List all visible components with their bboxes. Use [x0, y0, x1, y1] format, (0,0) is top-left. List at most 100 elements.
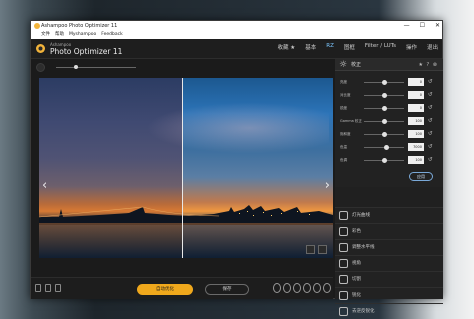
reset-icon[interactable]: ↺ [428, 129, 433, 139]
apply-button[interactable]: 应用 [409, 172, 433, 181]
reset-icon[interactable]: ↺ [428, 77, 433, 87]
fullscreen-icon[interactable] [306, 245, 315, 254]
next-image-arrow-icon[interactable]: › [325, 178, 330, 193]
panel-divider [335, 187, 443, 207]
redo-all-icon[interactable] [313, 283, 321, 293]
adjust-row-tint: 色调 100 ↺ [338, 155, 442, 165]
module-unsharp[interactable]: 去逆反锐化 [335, 303, 443, 319]
adjust-value-field[interactable]: 100 [408, 156, 424, 164]
save-button[interactable]: 保存 [205, 284, 249, 295]
close-button[interactable]: ✕ [435, 21, 440, 31]
tab-frames[interactable]: 图框 [344, 43, 355, 51]
sky-clouds [129, 98, 329, 158]
reset-icon[interactable]: ↺ [428, 103, 433, 113]
perspective-icon [339, 259, 348, 268]
adjust-slider[interactable] [364, 132, 404, 137]
adjust-value-field[interactable]: 100 [408, 117, 424, 125]
slider-knob[interactable] [382, 80, 387, 85]
module-sharpen[interactable]: 锐化 [335, 287, 443, 303]
menu-myshampoo[interactable]: Myshampoo [69, 31, 96, 39]
reset-icon[interactable]: ↺ [428, 90, 433, 100]
undo-all-icon[interactable] [293, 283, 301, 293]
reset-icon[interactable]: ↺ [428, 142, 433, 152]
adjust-slider[interactable] [364, 119, 404, 124]
adjust-value-field[interactable]: 100 [408, 130, 424, 138]
module-label: 切割 [352, 277, 361, 282]
menu-bar: 文件 帮助 Myshampoo Feedback [31, 31, 442, 39]
slider-knob[interactable] [384, 145, 389, 150]
zoom-slider[interactable] [56, 65, 136, 69]
adjust-slider[interactable] [364, 80, 404, 85]
slider-knob[interactable] [382, 119, 387, 124]
adjust-slider[interactable] [364, 106, 404, 111]
reset-icon[interactable]: ↺ [428, 116, 433, 126]
horizon-icon [339, 243, 348, 252]
bottom-toolbar: 自动优化 保存 [31, 277, 333, 299]
brush-icon[interactable] [55, 284, 61, 292]
menu-help[interactable]: 帮助 [55, 31, 64, 39]
adjust-label: 色调 [340, 158, 347, 162]
menu-file[interactable]: 文件 [41, 31, 50, 39]
nav-tabs: 收藏 ★ 基本 RZ 图框 Filter / LUTs 操作 退出 [278, 43, 438, 51]
adjust-slider[interactable] [364, 93, 404, 98]
maximize-button[interactable]: ☐ [420, 21, 425, 31]
module-label: 彩色 [352, 229, 361, 234]
tab-exit[interactable]: 退出 [427, 43, 438, 51]
adjust-label: 色温 [340, 145, 347, 149]
module-curves[interactable]: 灯光曲线 [335, 207, 443, 223]
compare-split-line[interactable] [182, 78, 183, 258]
slider-knob[interactable] [382, 93, 387, 98]
minimize-button[interactable]: — [404, 21, 410, 31]
slider-knob[interactable] [382, 106, 387, 111]
photo-preview[interactable]: ‹ › [39, 78, 333, 258]
module-list: 灯光曲线 彩色 调整水平线 视角 切割 锐化 去逆反锐化 [335, 207, 443, 319]
brand-name: Photo Optimizer 11 [50, 47, 123, 56]
tab-filters[interactable]: Filter / LUTs [365, 43, 396, 51]
module-label: 灯光曲线 [352, 213, 370, 218]
module-label: 锐化 [352, 293, 361, 298]
file-icon[interactable] [35, 284, 41, 292]
title-bar: Ashampoo Photo Optimizer 11 — ☐ ✕ [31, 21, 442, 31]
auto-optimize-button[interactable]: 自动优化 [137, 284, 193, 295]
color-icon [339, 227, 348, 236]
reset-icon[interactable]: ↺ [428, 155, 433, 165]
bay-water [39, 223, 333, 258]
adjust-value-field[interactable]: 0 [408, 78, 424, 86]
split-view-icon[interactable] [318, 245, 327, 254]
adjust-row-temperature: 色温 7000 ↺ [338, 142, 442, 152]
adjust-label: 对比度 [340, 93, 351, 97]
menu-feedback[interactable]: Feedback [101, 31, 122, 39]
slider-knob[interactable] [382, 158, 387, 163]
tab-favorites[interactable]: 收藏 ★ [278, 43, 296, 51]
adjust-value-field[interactable]: 0 [408, 91, 424, 99]
settings-icon[interactable] [323, 283, 331, 293]
app-logo [36, 44, 45, 53]
picker-icon[interactable] [273, 283, 281, 293]
adjust-slider[interactable] [364, 158, 404, 163]
city-bridge-skyline [39, 205, 333, 225]
adjust-value-field[interactable]: 0 [408, 104, 424, 112]
save-file-icon[interactable] [45, 284, 51, 292]
sharpen-icon [339, 291, 348, 300]
tab-rz[interactable]: RZ [326, 43, 334, 51]
module-perspective[interactable]: 视角 [335, 255, 443, 271]
zoom-slider-knob[interactable] [74, 65, 78, 69]
adjust-value-field[interactable]: 7000 [408, 143, 424, 151]
tab-basic[interactable]: 基本 [305, 43, 316, 51]
compare-toggle[interactable] [36, 63, 45, 72]
view-toolbar [31, 59, 333, 75]
undo-icon[interactable] [283, 283, 291, 293]
slider-knob[interactable] [382, 132, 387, 137]
prev-image-arrow-icon[interactable]: ‹ [42, 178, 47, 193]
module-color[interactable]: 彩色 [335, 223, 443, 239]
redo-icon[interactable] [303, 283, 311, 293]
app-header: Ashampoo Photo Optimizer 11 收藏 ★ 基本 RZ 图… [31, 39, 442, 59]
panel-header-icons[interactable]: ★ ? ⊗ [418, 59, 438, 71]
tab-actions[interactable]: 操作 [406, 43, 417, 51]
module-crop[interactable]: 切割 [335, 271, 443, 287]
adjust-slider[interactable] [364, 145, 404, 150]
adjust-row-contrast: 对比度 0 ↺ [338, 90, 442, 100]
module-horizon[interactable]: 调整水平线 [335, 239, 443, 255]
app-window: Ashampoo Photo Optimizer 11 — ☐ ✕ 文件 帮助 … [30, 20, 443, 316]
adjust-row-saturation: 饱和度 100 ↺ [338, 129, 442, 139]
